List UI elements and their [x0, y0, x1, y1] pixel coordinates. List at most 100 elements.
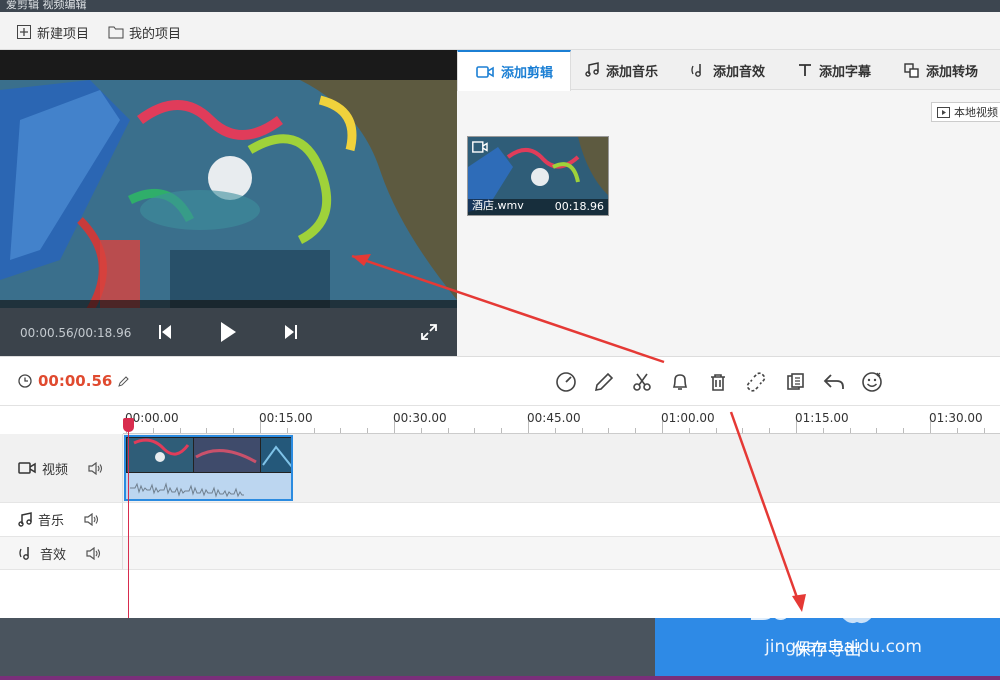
ruler-minor-tick: [608, 428, 610, 433]
track-header-video: 视频: [0, 434, 123, 502]
ruler-minor-tick: [956, 428, 958, 433]
bell-icon: [672, 374, 688, 390]
my-projects-button[interactable]: 我的项目: [108, 22, 181, 42]
sticker-tool[interactable]: [860, 370, 884, 394]
ruler-minor-tick: [983, 428, 985, 433]
new-project-button[interactable]: 新建项目: [16, 22, 89, 42]
undo-tool[interactable]: [822, 370, 846, 394]
current-time: 00:00.56: [20, 326, 74, 340]
ruler-minor-tick: [635, 428, 637, 433]
sound-effect-icon: [19, 547, 29, 560]
undo-icon: [823, 374, 844, 389]
clock-icon: [18, 374, 32, 388]
expand-icon: [421, 324, 437, 340]
ruler-minor-tick: [367, 428, 369, 433]
music-note-icon: [18, 511, 32, 527]
ruler-minor-tick: [233, 428, 235, 433]
emoji-icon: [862, 372, 882, 392]
speaker-icon[interactable]: [84, 513, 99, 526]
ruler-minor-tick: [447, 428, 449, 433]
music-note-icon: [585, 62, 599, 77]
ruler-minor-tick: [501, 428, 503, 433]
ruler-minor-tick: [715, 428, 717, 433]
play-box-icon: [937, 106, 950, 118]
timeline-video-clip[interactable]: [124, 435, 293, 501]
edit-tool[interactable]: [592, 370, 616, 394]
tab-add-clip[interactable]: 添加剪辑: [457, 50, 571, 91]
timecode-value: 00:00.56: [38, 372, 113, 390]
video-track[interactable]: [123, 434, 1000, 502]
sound-effect-icon: [691, 64, 701, 77]
speaker-icon[interactable]: [86, 546, 101, 560]
media-clip-thumbnail[interactable]: 酒店.wmv 00:18.96: [467, 136, 609, 216]
ruler-minor-tick: [742, 428, 744, 433]
tab-add-subtitle[interactable]: 添加字幕: [798, 50, 871, 90]
folder-icon: [108, 24, 124, 40]
speed-tool[interactable]: [554, 370, 578, 394]
tab-bar: 添加剪辑 添加音乐 添加音效 添加字幕 添加转场: [457, 50, 1000, 91]
time-ruler[interactable]: 00:00.00 00:15.00 00:30.00 00:45.00 01:00.00…: [123, 406, 1000, 434]
skip-forward-icon: [285, 325, 297, 339]
tab-add-music[interactable]: 添加音乐: [585, 50, 658, 90]
preview-time-readout: 00:00.56/00:18.96: [20, 326, 131, 340]
ruler-minor-tick: [554, 428, 556, 433]
speaker-icon[interactable]: [88, 461, 103, 475]
ruler-minor-tick: [474, 428, 476, 433]
music-track[interactable]: [123, 502, 1000, 536]
reminder-tool[interactable]: [668, 370, 692, 394]
playhead-handle[interactable]: [123, 418, 134, 432]
pencil-icon: [594, 372, 614, 392]
ruler-minor-tick: [420, 428, 422, 433]
edit-pencil-icon[interactable]: [118, 375, 130, 387]
track-header-music: 音乐: [0, 502, 123, 536]
ruler-minor-tick: [769, 428, 771, 433]
trash-icon: [711, 374, 725, 391]
ruler-minor-tick: [152, 428, 154, 433]
unlink-tool[interactable]: [744, 370, 768, 394]
ruler-label: 01:00.00: [661, 411, 715, 425]
ruler-label: 00:15.00: [259, 411, 313, 425]
menu-bar: 新建项目 我的项目: [0, 12, 1000, 50]
ruler-minor-tick: [822, 428, 824, 433]
video-camera-icon: [476, 65, 494, 78]
copy-tool[interactable]: [784, 370, 808, 394]
tab-label: 添加转场: [926, 64, 979, 80]
ruler-label: 01:15.00: [795, 411, 849, 425]
tab-add-sound-effect[interactable]: 添加音效: [690, 50, 765, 90]
speed-icon: [556, 372, 576, 392]
timecode-display: 00:00.56: [18, 372, 130, 390]
play-button[interactable]: [216, 320, 240, 344]
ruler-minor-tick: [286, 428, 288, 433]
total-duration: 00:18.96: [77, 326, 132, 340]
ruler-minor-tick: [876, 428, 878, 433]
unlink-icon: [746, 372, 766, 392]
track-label: 视频: [42, 462, 69, 478]
ruler-minor-tick: [581, 428, 583, 433]
text-t-icon: [799, 64, 811, 76]
title-bar: 爱剪辑 视频编辑: [0, 0, 1000, 12]
fullscreen-button[interactable]: [417, 320, 441, 344]
video-preview-panel: 00:00.56/00:18.96: [0, 50, 457, 356]
tab-add-transition[interactable]: 添加转场: [904, 50, 978, 90]
ruler-minor-tick: [903, 428, 905, 433]
delete-tool[interactable]: [706, 370, 730, 394]
previous-frame-button[interactable]: [153, 320, 177, 344]
ruler-minor-tick: [179, 428, 181, 433]
clip-name: 酒店.wmv: [472, 199, 524, 212]
transition-icon: [904, 62, 919, 78]
split-tool[interactable]: [630, 370, 654, 394]
video-camera-icon: [472, 141, 488, 153]
track-label: 音乐: [38, 514, 65, 529]
clip-duration: 00:18.96: [554, 200, 604, 213]
ruler-label: 00:45.00: [527, 411, 581, 425]
scissors-icon: [633, 373, 651, 391]
ruler-minor-tick: [688, 428, 690, 433]
os-taskbar: [0, 676, 1000, 680]
next-frame-button[interactable]: [279, 320, 303, 344]
local-video-button[interactable]: 本地视频: [931, 102, 1000, 122]
sound-effect-track[interactable]: [123, 536, 1000, 570]
ruler-minor-tick: [206, 428, 208, 433]
tab-label: 添加音乐: [606, 64, 659, 80]
clip-filmstrip: [126, 437, 291, 499]
track-header-sound-effect: 音效: [0, 536, 123, 570]
